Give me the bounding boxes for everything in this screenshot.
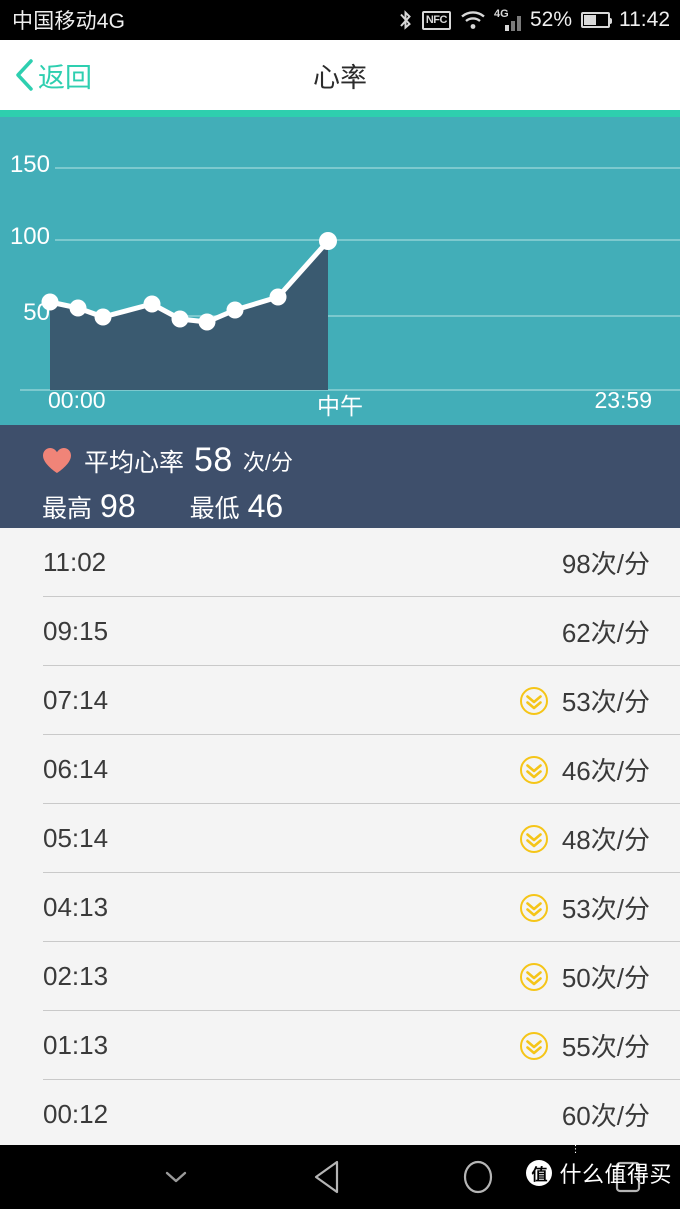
row-right: 48次/分 [519,820,650,857]
network-type-label: 4G [493,8,509,20]
list-item[interactable]: 00:12 60次/分 [0,1080,680,1144]
system-nav-bar: ⋮ 值 什么值得买 [0,1145,680,1209]
list-item[interactable]: 07:14 53次/分 [0,666,680,735]
row-time: 07:14 [43,685,109,715]
average-value: 58 [194,441,233,479]
list-item[interactable]: 02:13 50次/分 [0,942,680,1011]
carrier-label: 中国移动4G [12,10,126,33]
row-value: 55次/分 [561,1032,650,1062]
status-icons: NFC 4G 52% 11:42 [398,8,670,32]
row-value: 98次/分 [561,549,650,579]
chart-point [69,299,87,317]
row-right: 46次/分 [519,751,650,788]
row-value: 53次/分 [561,894,650,924]
row-time: 02:13 [43,961,109,991]
row-time: 00:12 [43,1099,109,1129]
list-item[interactable]: 04:13 53次/分 [0,873,680,942]
row-right: 62次/分 [562,613,650,650]
chart-point [269,288,287,306]
min-value: 46 [247,488,284,524]
row-right: 53次/分 [519,889,650,926]
clock-label: 11:42 [619,8,670,31]
double-chevron-down-circle-icon [519,962,549,992]
heart-rate-list[interactable]: 11:02 98次/分 09:15 62次/分 07:14 53次/分 06:14 46次/分… [0,528,680,1144]
list-item[interactable]: 05:14 48次/分 [0,804,680,873]
row-time: 01:13 [43,1030,109,1060]
row-time: 09:15 [43,616,109,646]
row-value: 62次/分 [561,618,650,648]
accent-strip [0,110,680,117]
list-item[interactable]: 06:14 46次/分 [0,735,680,804]
x-tick-end: 23:59 [594,387,652,413]
average-row: 平均心率 58 次/分 [42,441,680,480]
battery-icon [581,12,612,28]
row-value: 48次/分 [561,825,650,855]
x-tick-noon: 中午 [317,393,363,419]
double-chevron-down-circle-icon [519,755,549,785]
double-chevron-down-circle-icon [519,686,549,716]
double-chevron-down-circle-icon [519,824,549,854]
status-bar: 中国移动4G NFC 4G 52% 11:42 [0,0,680,40]
max-value: 98 [100,488,136,524]
row-value: 46次/分 [561,756,650,786]
chart-point [143,295,161,313]
triangle-back-icon[interactable] [310,1159,346,1195]
row-time: 04:13 [43,892,109,922]
row-value: 50次/分 [561,963,650,993]
average-unit: 次/分 [242,449,293,475]
min-label: 最低 [189,495,240,523]
list-item[interactable]: 09:15 62次/分 [0,597,680,666]
chart-point [171,310,189,328]
row-right: 53次/分 [519,682,650,719]
minmax-row: 最高 98 最低 46 [42,488,680,525]
nav-bar: 返回 心率 [0,40,680,110]
row-value: 60次/分 [561,1101,650,1131]
list-item[interactable]: 01:13 55次/分 [0,1011,680,1080]
row-time: 06:14 [43,754,109,784]
chart-point [319,232,337,250]
row-right: 60次/分 [562,1096,650,1133]
double-chevron-down-circle-icon [519,1031,549,1061]
chart-point [226,301,244,319]
circle-home-icon[interactable] [460,1159,496,1195]
row-right: 55次/分 [519,1027,650,1064]
heart-rate-chart[interactable]: 150 100 50 00:00 中午 23:59 [0,117,680,425]
chart-svg [20,167,680,391]
signal-icon: 4G [493,8,521,31]
row-right: 98次/分 [562,544,650,581]
max-label: 最高 [42,495,93,523]
watermark-text: 什么值得买 [559,1162,672,1187]
y-tick-150: 150 [9,151,50,178]
watermark: ⋮ 值 什么值得买 [526,1145,672,1189]
summary-band: 平均心率 58 次/分 最高 98 最低 46 [0,425,680,528]
row-time: 05:14 [43,823,109,853]
page-title: 心率 [313,62,367,93]
y-tick-100: 100 [9,223,50,250]
wifi-icon [460,10,486,30]
nfc-icon: NFC [421,10,451,30]
row-right: 50次/分 [519,958,650,995]
chart-point [198,313,216,331]
bluetooth-icon [398,9,413,32]
average-label: 平均心率 [84,448,185,477]
battery-percent-label: 52% [529,8,572,31]
watermark-dots: ⋮ [570,1144,581,1155]
double-chevron-down-circle-icon [519,893,549,923]
chevron-down-icon[interactable] [160,1163,192,1191]
y-tick-50: 50 [23,299,50,326]
row-value: 53次/分 [561,687,650,717]
watermark-mark: 值 [526,1160,553,1186]
list-item[interactable]: 11:02 98次/分 [0,528,680,597]
chart-point [94,308,112,326]
heart-icon [42,447,72,474]
row-time: 11:02 [43,547,107,577]
app-root: 中国移动4G NFC 4G 52% 11:42 返回 心率 150 100 50… [0,0,680,1209]
chart-x-axis: 00:00 中午 23:59 [0,387,680,421]
